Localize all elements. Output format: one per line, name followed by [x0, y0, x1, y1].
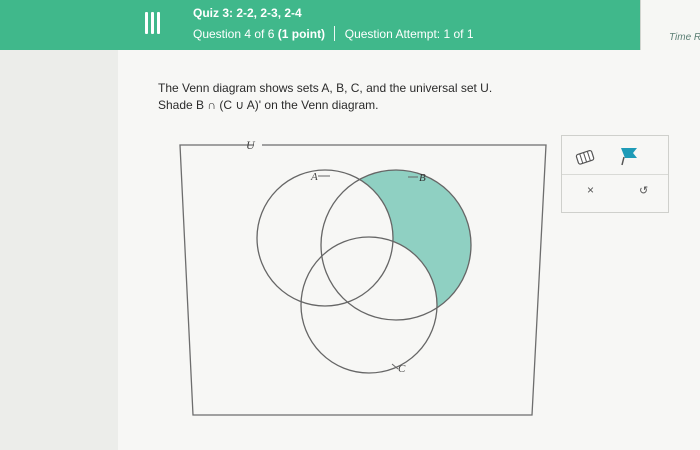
paint-bucket-icon[interactable] — [574, 148, 598, 166]
set-b-label: B — [419, 172, 426, 184]
drawing-toolbox: × ↺ — [561, 135, 669, 213]
clear-icon[interactable]: × — [587, 183, 594, 197]
universal-set-label: U — [246, 138, 256, 152]
flag-icon[interactable] — [618, 144, 640, 166]
set-a-label: A — [310, 171, 318, 183]
set-c-label: C — [398, 363, 406, 375]
undo-icon[interactable]: ↺ — [639, 184, 648, 197]
venn-diagram[interactable]: U A B C — [0, 0, 700, 445]
toolbox-divider — [562, 174, 668, 175]
